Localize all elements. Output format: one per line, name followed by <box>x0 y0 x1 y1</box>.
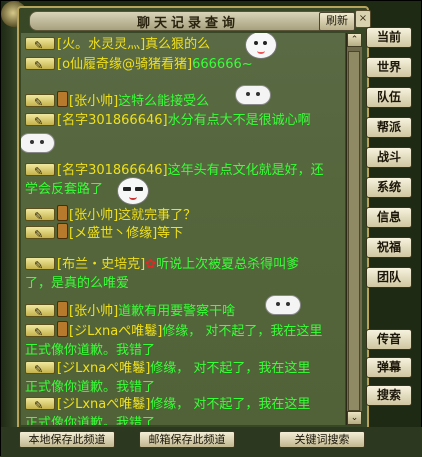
channel-icon[interactable] <box>25 396 55 415</box>
tab-guild[interactable]: 帮派 <box>366 117 412 138</box>
tab-battle[interactable]: 战斗 <box>366 147 412 168</box>
sender-name[interactable]: [ジLxnaぺ唯鬈] <box>57 397 150 412</box>
chat-line: [张小帅]这就完事了？ <box>25 205 197 226</box>
chat-line: [火。水灵灵灬]真么狠的么 <box>25 35 211 55</box>
sender-name[interactable]: [张小帅] <box>69 208 118 223</box>
scroll-down-button[interactable]: ⌄ <box>347 411 362 425</box>
keyword-search-button[interactable]: 关键词搜索 <box>279 431 365 448</box>
tab-whisper[interactable]: 传音 <box>366 329 412 350</box>
message-text-continued: 了，是真的么唯爱 <box>25 276 130 291</box>
chat-line: [张小帅]道歉有用要警察干啥 <box>25 301 236 322</box>
channel-icon[interactable] <box>25 56 55 75</box>
message-text: 水分有点大不是很诚心啊 <box>167 113 311 128</box>
chat-line: [张小帅]这特么能接受么 <box>25 91 210 112</box>
save-local-button[interactable]: 本地保存此频道 <box>19 431 115 448</box>
sender-name[interactable]: [名字301866646] <box>57 163 168 178</box>
channel-icon[interactable] <box>25 93 55 112</box>
sender-name[interactable]: [火。水灵灵灬] <box>57 37 145 52</box>
chat-line: [ジLxnaぺ唯鬈]修缘， 对不起了，我在这里正式像你道歉。我错了 <box>25 321 343 360</box>
channel-icon[interactable] <box>25 112 55 131</box>
channel-icon[interactable] <box>25 162 55 181</box>
chat-line: [メ盛世丶修缘]等下 <box>25 223 184 244</box>
message-text: 听说上次被夏总杀得叫爹 <box>156 257 300 272</box>
person-icon <box>57 321 68 337</box>
chat-line: [ジLxnaぺ唯鬈]修缘， 对不起了，我在这里正式像你道歉。我错了 <box>25 359 343 397</box>
channel-icon[interactable] <box>25 256 55 275</box>
tab-system[interactable]: 系统 <box>366 177 412 198</box>
chat-log-area[interactable]: [火。水灵灵灬]真么狠的么 [o仙履奇缘@骑猪看猪]666666~ [张小帅]这… <box>21 33 345 425</box>
channel-icon[interactable] <box>25 225 55 244</box>
message-text: 这就完事了？ <box>118 208 197 223</box>
tab-current[interactable]: 当前 <box>366 27 412 48</box>
chat-log-window: 聊天记录查询 刷新 × [火。水灵灵灬]真么狠的么 [o仙履奇缘@骑猪看猪]66… <box>0 0 422 457</box>
person-icon <box>57 223 68 239</box>
close-button[interactable]: × <box>355 10 371 28</box>
scroll-thumb[interactable] <box>348 51 360 411</box>
chat-line: [布兰・史培克]✿听说上次被夏总杀得叫爹了，是真的么唯爱 <box>25 255 343 293</box>
tab-info[interactable]: 信息 <box>366 207 412 228</box>
tab-barrage[interactable]: 弹幕 <box>366 357 412 378</box>
sender-name[interactable]: [张小帅] <box>69 304 118 319</box>
tab-group[interactable]: 团队 <box>366 267 412 288</box>
channel-icon[interactable] <box>25 360 55 379</box>
message-text: 这特么能接受么 <box>118 94 210 109</box>
message-text-continued: 正式像你道歉。我错了 <box>25 343 156 358</box>
message-text: 修缘， 对不起了，我在这里 <box>150 397 311 412</box>
message-text: 修缘， 对不起了，我在这里 <box>150 361 311 376</box>
sender-name[interactable]: [ジLxnaぺ唯鬈] <box>57 361 150 376</box>
tab-blessing[interactable]: 祝福 <box>366 237 412 258</box>
flower-icon: ✿ <box>145 257 157 272</box>
channel-icon[interactable] <box>25 36 55 55</box>
chat-line: [名字301866646]水分有点大不是很诚心啊 <box>25 111 311 131</box>
channel-icon[interactable] <box>25 323 55 342</box>
save-mail-button[interactable]: 邮箱保存此频道 <box>139 431 235 448</box>
message-text: 道歉有用要警察干啥 <box>118 304 236 319</box>
scroll-up-button[interactable]: ⌃ <box>347 33 362 47</box>
person-icon <box>57 91 68 107</box>
message-text-continued: 正式像你道歉。我错了 <box>25 416 156 425</box>
cloud-emoji-icon <box>21 133 55 153</box>
message-text-continued: 正式像你道歉。我错了 <box>25 380 156 395</box>
message-text: 666666~ <box>192 57 253 72</box>
sender-name[interactable]: [o仙履奇缘@骑猪看猪] <box>57 57 192 72</box>
sender-name[interactable]: [张小帅] <box>69 94 118 109</box>
message-text: 等下 <box>157 226 184 241</box>
channel-icon[interactable] <box>25 207 55 226</box>
chat-line: [名字301866646]这年头有点文化就是好，还学会反套路了 <box>25 161 343 199</box>
tab-world[interactable]: 世界 <box>366 57 412 78</box>
sender-name[interactable]: [名字301866646] <box>57 113 168 128</box>
cloud-emoji-icon <box>235 85 271 105</box>
sender-name[interactable]: [メ盛世丶修缘] <box>69 226 157 241</box>
cloud-emoji-icon <box>265 295 301 315</box>
chat-line: [ジLxnaぺ唯鬈]修缘， 对不起了，我在这里正式像你道歉。我错了 <box>25 395 343 425</box>
message-text: 这年头有点文化就是好，还 <box>167 163 324 178</box>
sender-name[interactable]: [布兰・史培克] <box>57 257 145 272</box>
tab-search[interactable]: 搜索 <box>366 385 412 406</box>
message-text: 修缘， 对不起了，我在这里 <box>162 324 323 339</box>
sender-name[interactable]: [ジLxnaぺ唯鬈] <box>69 324 162 339</box>
cool-face-sticker-icon <box>117 177 149 205</box>
chat-line: [o仙履奇缘@骑猪看猪]666666~ <box>25 55 253 75</box>
scrollbar[interactable]: ⌃ ⌄ <box>346 33 362 425</box>
message-text-continued: 学会反套路了 <box>25 182 104 197</box>
message-text: 真么狠的么 <box>145 37 211 52</box>
person-icon <box>57 205 68 221</box>
tab-team[interactable]: 队伍 <box>366 87 412 108</box>
window-title: 聊天记录查询 <box>29 11 347 31</box>
refresh-button[interactable]: 刷新 <box>319 12 355 31</box>
person-icon <box>57 301 68 317</box>
channel-icon[interactable] <box>25 303 55 322</box>
